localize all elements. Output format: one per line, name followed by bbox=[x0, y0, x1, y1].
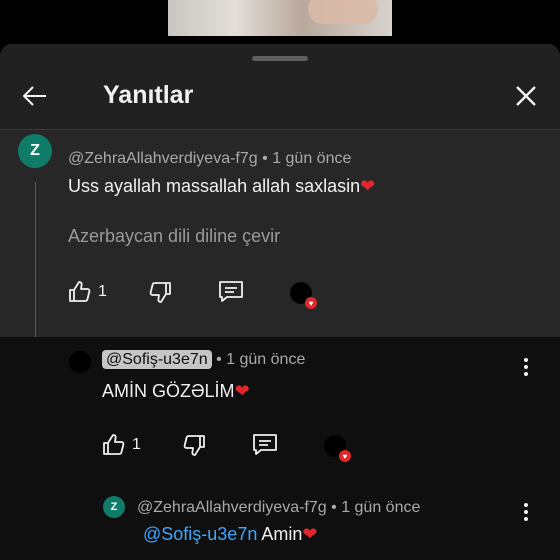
thumbs-up-icon bbox=[103, 434, 125, 455]
thumbs-up-icon bbox=[69, 281, 91, 302]
like-count: 1 bbox=[98, 283, 107, 300]
like-count: 1 bbox=[132, 436, 141, 453]
creator-heart-badge: ♥ bbox=[290, 282, 317, 309]
thread-line bbox=[35, 182, 36, 312]
heart-icon: ♥ bbox=[339, 450, 351, 462]
thumbs-down-icon bbox=[149, 282, 171, 303]
mention-link[interactable]: @Sofiş-u3e7n bbox=[143, 524, 257, 544]
sheet-header: Yanıtlar bbox=[0, 72, 560, 128]
video-thumbnail bbox=[168, 0, 392, 36]
comment-time[interactable]: 1 gün önce bbox=[272, 150, 351, 167]
reply-meta: @Sofiş-u3e7n • 1 gün önce bbox=[102, 350, 305, 369]
heart-emoji: ❤ bbox=[302, 524, 318, 544]
comment-author[interactable]: @ZehraAllahverdiyeva-f7g bbox=[68, 150, 258, 167]
like-button[interactable]: 1 bbox=[68, 280, 107, 304]
reply-meta: @ZehraAllahverdiyeva-f7g • 1 gün önce bbox=[137, 499, 421, 516]
comment-text: Uss ayallah massallah allah saxlasin❤ bbox=[68, 176, 376, 196]
arrow-left-icon bbox=[22, 86, 46, 106]
more-options-button[interactable] bbox=[516, 355, 536, 379]
replies-area: @Sofiş-u3e7n • 1 gün önce AMİN GÖZƏLİM❤ … bbox=[0, 337, 560, 560]
parent-comment: Z @ZehraAllahverdiyeva-f7g • 1 gün önce … bbox=[0, 130, 560, 337]
page-title: Yanıtlar bbox=[103, 81, 194, 109]
more-options-button[interactable] bbox=[516, 500, 536, 524]
comment-icon bbox=[219, 281, 243, 302]
replies-sheet: Yanıtlar Z @ZehraAllahverdiyeva-f7g • 1 … bbox=[0, 44, 560, 560]
heart-emoji: ❤ bbox=[360, 176, 376, 196]
thumbs-down-icon bbox=[183, 435, 205, 456]
heart-icon: ♥ bbox=[305, 297, 317, 309]
reply-author[interactable]: @Sofiş-u3e7n bbox=[102, 350, 212, 369]
heart-emoji: ❤ bbox=[234, 381, 250, 401]
reply-text: @Sofiş-u3e7n Amin❤ bbox=[143, 524, 318, 544]
dislike-button[interactable] bbox=[148, 280, 172, 304]
like-button[interactable]: 1 bbox=[102, 433, 141, 457]
back-button[interactable] bbox=[15, 76, 55, 116]
reply-button[interactable] bbox=[218, 280, 244, 304]
drag-handle[interactable] bbox=[252, 56, 308, 61]
close-button[interactable] bbox=[506, 76, 546, 116]
reply-text: AMİN GÖZƏLİM❤ bbox=[102, 381, 250, 401]
translate-link[interactable]: Azerbaycan dili diline çevir bbox=[68, 226, 280, 247]
close-icon bbox=[516, 86, 536, 106]
avatar[interactable]: Z bbox=[18, 134, 52, 168]
reply-time[interactable]: 1 gün önce bbox=[341, 499, 420, 516]
reply-time[interactable]: 1 gün önce bbox=[226, 351, 305, 368]
avatar[interactable]: Z bbox=[103, 496, 125, 518]
creator-heart-badge: ♥ bbox=[324, 435, 351, 462]
avatar[interactable] bbox=[69, 351, 91, 373]
comment-icon bbox=[253, 434, 277, 455]
reply-author[interactable]: @ZehraAllahverdiyeva-f7g bbox=[137, 499, 327, 516]
comment-meta: @ZehraAllahverdiyeva-f7g • 1 gün önce bbox=[68, 150, 352, 167]
dislike-button[interactable] bbox=[182, 433, 206, 457]
reply-button[interactable] bbox=[252, 433, 278, 457]
